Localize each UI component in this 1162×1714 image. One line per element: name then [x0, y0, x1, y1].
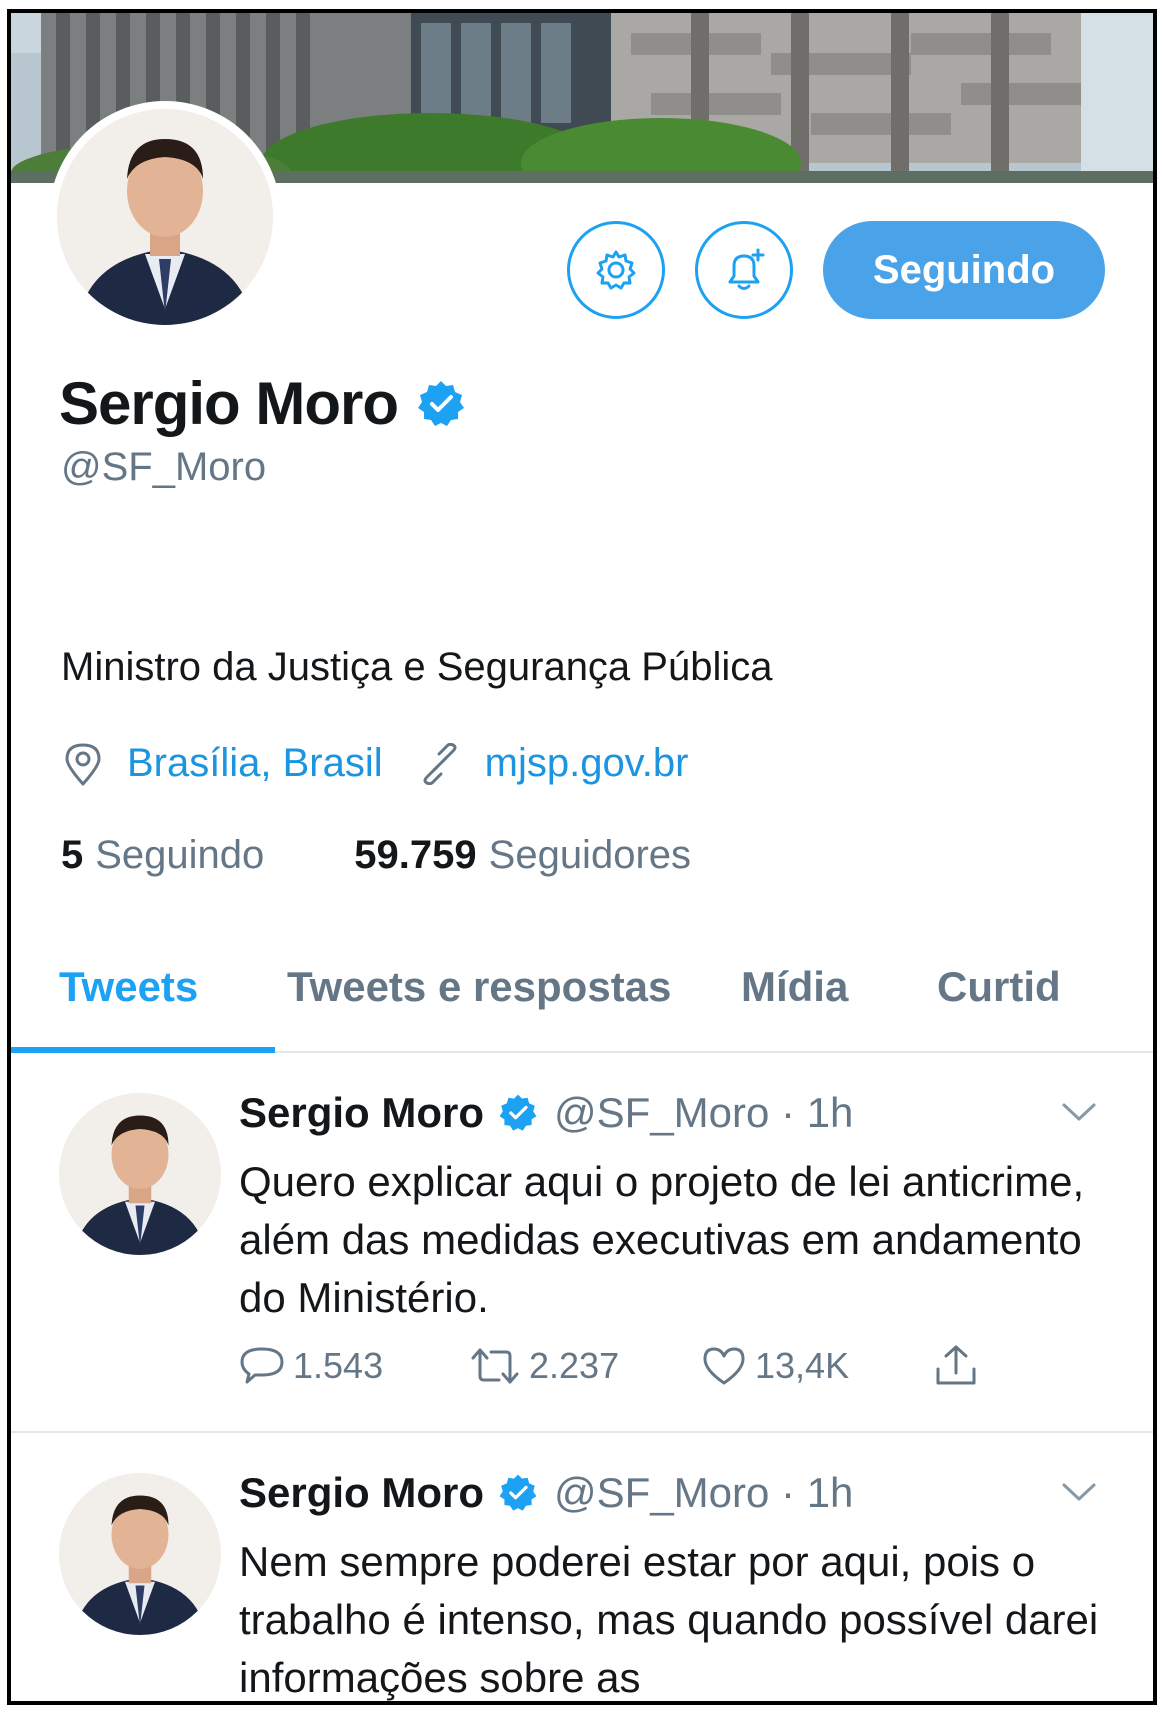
retweet-count: 2.237 [529, 1345, 620, 1386]
tab-likes[interactable]: Curtid [937, 963, 1061, 1011]
heart-icon [703, 1347, 745, 1385]
website-link: mjsp.gov.br [484, 741, 689, 785]
settings-button[interactable] [567, 221, 665, 319]
following-label: Seguindo [95, 833, 265, 877]
location-pin-icon [65, 743, 101, 785]
gear-icon [596, 250, 636, 290]
retweet-button[interactable]: 2.237 [469, 1345, 701, 1387]
profile-website[interactable]: mjsp.gov.br [419, 741, 689, 786]
following-count: 5 [61, 833, 84, 877]
reply-count: 1.543 [293, 1345, 384, 1386]
share-button[interactable] [933, 1343, 987, 1389]
profile-bio: Ministro da Justiça e Segurança Pública [61, 645, 773, 689]
reply-icon [240, 1347, 284, 1384]
link-icon [423, 742, 457, 785]
tweet[interactable]: Sergio Moro @SF_Moro · 1h Nem sempre pod… [11, 1433, 1153, 1701]
avatar-photo [57, 109, 273, 325]
avatar-photo [59, 1093, 221, 1255]
chevron-down-icon[interactable] [1061, 1101, 1097, 1123]
tab-tweets[interactable]: Tweets [59, 963, 198, 1011]
tweet-avatar[interactable] [59, 1093, 221, 1255]
profile-tabs: Tweets Tweets e respostas Mídia Curtid [11, 933, 1153, 1053]
tweet[interactable]: Sergio Moro @SF_Moro · 1h Quero explicar… [11, 1053, 1153, 1433]
profile-handle: @SF_Moro [61, 445, 267, 489]
tweet-actions: 1.543 2.237 13,4K [239, 1343, 987, 1389]
tweet-avatar[interactable] [59, 1473, 221, 1635]
chevron-down-icon[interactable] [1061, 1481, 1097, 1503]
followers-count: 59.759 [354, 833, 477, 877]
tab-tweets-and-replies[interactable]: Tweets e respostas [287, 963, 671, 1011]
avatar-photo [59, 1473, 221, 1635]
tweet-handle-time: @SF_Moro · 1h [554, 1089, 854, 1136]
profile-avatar[interactable] [49, 101, 281, 333]
like-count: 13,4K [755, 1345, 850, 1386]
verified-badge-icon [499, 1474, 537, 1511]
location-text: Brasília, Brasil [127, 741, 383, 785]
tweet-header: Sergio Moro @SF_Moro · 1h [239, 1089, 853, 1137]
tweet-handle-time: @SF_Moro · 1h [554, 1469, 854, 1516]
following-button[interactable]: Seguindo [823, 221, 1105, 319]
followers-stat[interactable]: 59.759 Seguidores [354, 833, 691, 878]
verified-badge-icon [418, 380, 465, 426]
profile-location[interactable]: Brasília, Brasil [63, 741, 383, 786]
retweet-icon [471, 1348, 519, 1384]
profile-screen: Seguindo Sergio Moro @SF_Moro Ministro d… [7, 9, 1157, 1705]
share-icon [936, 1345, 976, 1385]
profile-meta: Brasília, Brasil mjsp.gov.br [63, 741, 688, 786]
following-stat[interactable]: 5 Seguindo [61, 833, 264, 878]
tab-media[interactable]: Mídia [741, 963, 848, 1011]
tweet-text: Nem sempre poderei estar por aqui, pois … [239, 1538, 1099, 1701]
profile-name: Sergio Moro [59, 370, 399, 437]
like-button[interactable]: 13,4K [701, 1345, 933, 1387]
notifications-button[interactable] [695, 221, 793, 319]
tweet-author-name[interactable]: Sergio Moro [239, 1089, 484, 1137]
tweet-text: Quero explicar aqui o projeto de lei ant… [239, 1158, 1085, 1321]
profile-name-row: Sergio Moro [59, 369, 466, 438]
followers-label: Seguidores [488, 833, 692, 877]
bell-plus-icon [728, 248, 765, 290]
tweet-author-name[interactable]: Sergio Moro [239, 1469, 484, 1517]
profile-stats: 5 Seguindo 59.759 Seguidores [61, 833, 691, 878]
reply-button[interactable]: 1.543 [239, 1344, 469, 1388]
verified-badge-icon [499, 1094, 537, 1131]
tweet-header: Sergio Moro @SF_Moro · 1h [239, 1469, 853, 1517]
